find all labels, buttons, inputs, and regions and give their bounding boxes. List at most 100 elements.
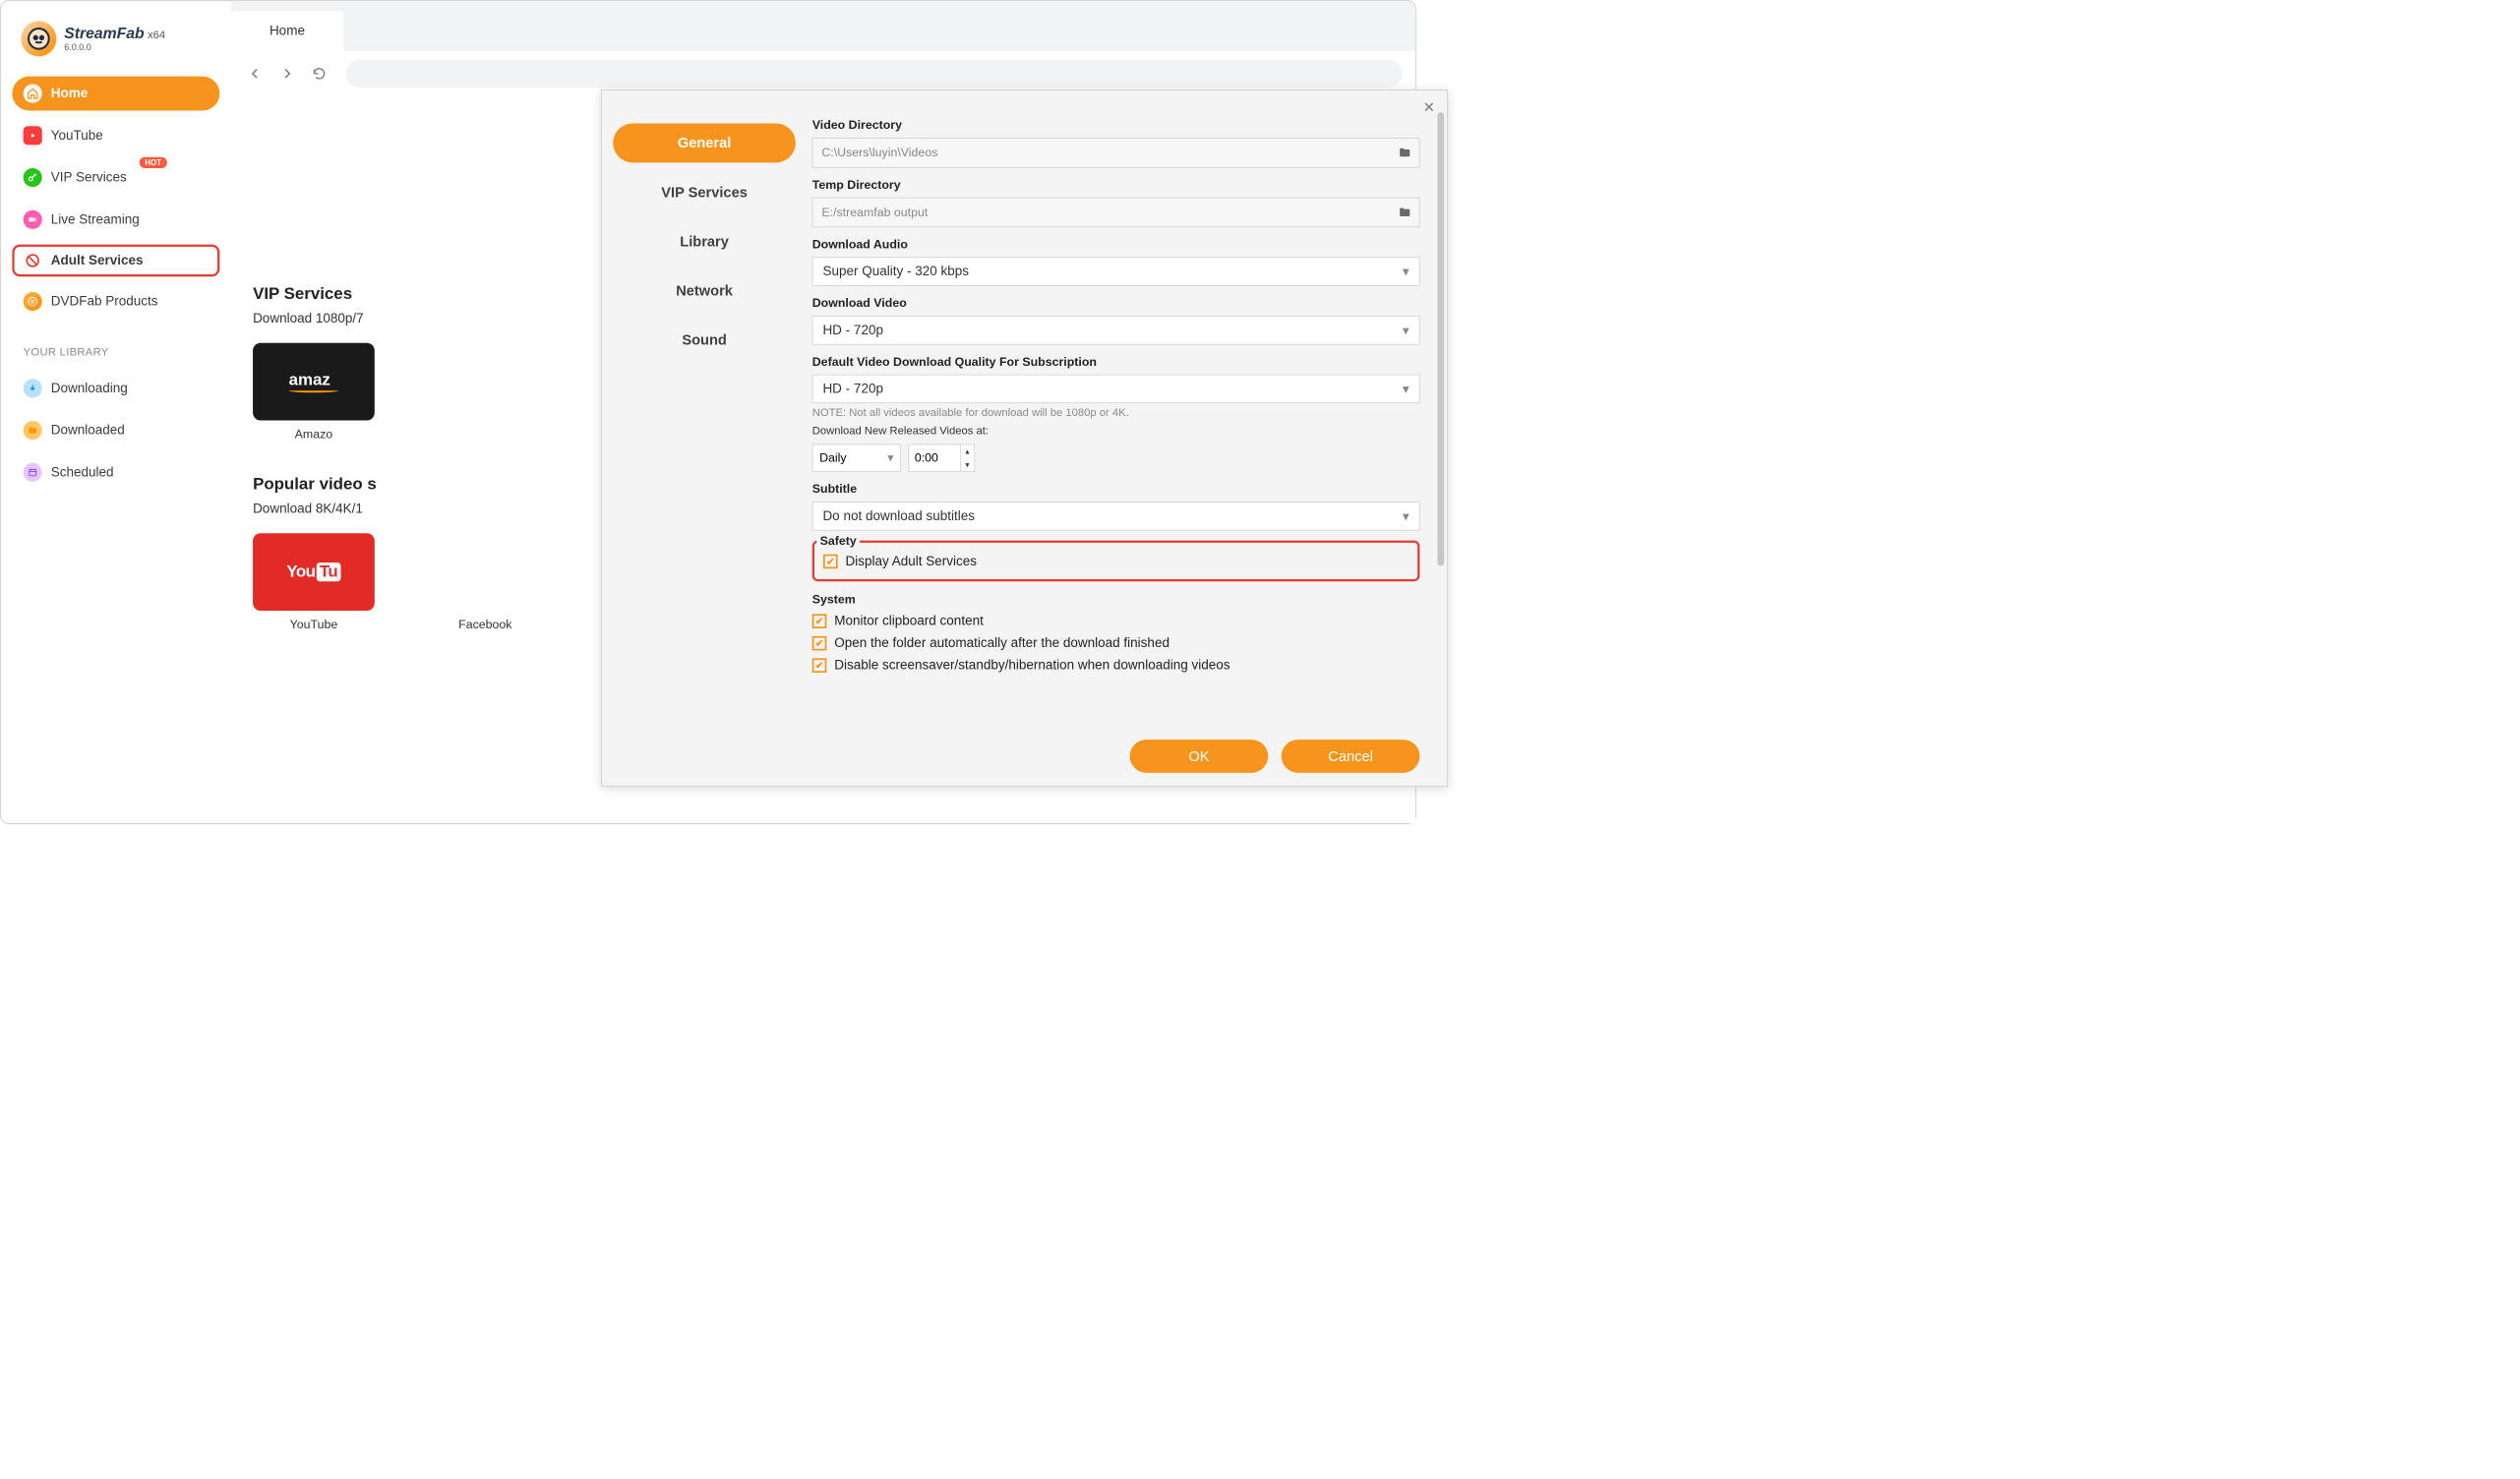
checkbox-checked-icon: ✔ — [812, 614, 827, 628]
brand-name: StreamFab — [64, 25, 144, 41]
settings-nav: General VIP Services Library Network Sou… — [602, 90, 807, 787]
hot-badge: HOT — [140, 157, 167, 168]
checkbox-checked-icon: ✔ — [812, 636, 827, 651]
sidebar-item-scheduled[interactable]: Scheduled — [12, 455, 219, 490]
new-release-freq-select[interactable]: Daily▾ — [812, 444, 901, 472]
settings-nav-library[interactable]: Library — [613, 222, 796, 262]
disable-screensaver-checkbox[interactable]: ✔Disable screensaver/standby/hibernation… — [812, 658, 1420, 674]
settings-nav-sound[interactable]: Sound — [613, 321, 796, 360]
subtitle-select[interactable]: Do not download subtitles▾ — [812, 502, 1420, 530]
downloading-icon — [24, 379, 42, 397]
chevron-down-icon: ▾ — [1403, 323, 1410, 338]
sidebar-item-dvdfab[interactable]: DVDFab Products — [12, 284, 219, 319]
sidebar-item-label: Scheduled — [51, 465, 114, 481]
quality-note: NOTE: Not all videos available for downl… — [812, 406, 1420, 419]
tab-home[interactable]: Home — [231, 11, 344, 51]
download-audio-label: Download Audio — [812, 237, 1420, 252]
sidebar-item-adult-services[interactable]: Adult Services — [12, 245, 219, 277]
cancel-button[interactable]: Cancel — [1282, 740, 1420, 773]
youtube-logo-icon: YouTu — [253, 533, 375, 611]
video-dir-input[interactable]: C:\Users\luyin\Videos — [812, 138, 1420, 167]
display-adult-checkbox[interactable]: ✔ Display Adult Services — [823, 554, 1409, 569]
temp-dir-input[interactable]: E:/streamfab output — [812, 198, 1420, 227]
brand: StreamFab x64 6.0.0.0 — [1, 15, 230, 73]
youtube-icon — [24, 126, 42, 145]
spinner-up-icon[interactable]: ▲ — [961, 444, 975, 458]
ok-button[interactable]: OK — [1130, 740, 1269, 773]
settings-nav-general[interactable]: General — [613, 123, 796, 162]
card-label: YouTube — [253, 618, 375, 632]
open-folder-checkbox[interactable]: ✔Open the folder automatically after the… — [812, 635, 1420, 651]
sidebar-item-home[interactable]: Home — [12, 77, 219, 111]
card-label: Amazo — [253, 427, 375, 442]
site-card-youtube[interactable]: YouTu YouTube — [253, 533, 375, 631]
camera-icon — [24, 210, 42, 229]
sidebar-item-label: Adult Services — [51, 253, 144, 268]
sidebar-item-live-streaming[interactable]: Live Streaming — [12, 203, 219, 237]
sidebar-item-label: YouTube — [51, 128, 103, 144]
key-icon — [24, 168, 42, 187]
download-video-select[interactable]: HD - 720p▾ — [812, 316, 1420, 344]
service-card-amazon[interactable]: amaz Amazo — [253, 343, 375, 442]
safety-group-label: Safety — [816, 534, 860, 549]
sidebar: StreamFab x64 6.0.0.0 Home YouTube VIP Se… — [1, 1, 230, 823]
chevron-down-icon: ▾ — [1403, 508, 1410, 524]
settings-body: Video Directory C:\Users\luyin\Videos Te… — [807, 90, 1447, 787]
sidebar-item-label: Home — [51, 86, 89, 101]
download-audio-select[interactable]: Super Quality - 320 kbps▾ — [812, 258, 1420, 286]
back-button[interactable] — [244, 63, 267, 86]
new-release-label: Download New Released Videos at: — [812, 425, 1420, 438]
checkbox-checked-icon: ✔ — [812, 658, 827, 673]
url-input[interactable] — [346, 60, 1403, 88]
adult-block-icon — [24, 251, 42, 269]
monitor-clipboard-checkbox[interactable]: ✔Monitor clipboard content — [812, 614, 1420, 629]
sidebar-item-youtube[interactable]: YouTube — [12, 118, 219, 152]
chevron-down-icon: ▾ — [1403, 381, 1410, 396]
sidebar-item-label: Live Streaming — [51, 211, 140, 227]
nav: Home YouTube VIP Services HOT Live Strea… — [1, 72, 230, 330]
system-group-label: System — [812, 592, 1420, 607]
site-card-facebook[interactable]: Facebook — [391, 533, 579, 631]
brand-arch: x64 — [148, 29, 165, 40]
sidebar-item-vip-services[interactable]: VIP Services HOT — [12, 160, 219, 195]
downloaded-icon — [24, 421, 42, 440]
folder-icon[interactable] — [1398, 206, 1411, 222]
sidebar-item-label: Downloading — [51, 381, 128, 396]
brand-version: 6.0.0.0 — [64, 43, 165, 53]
library-nav: Downloading Downloaded Scheduled — [1, 367, 230, 502]
folder-icon[interactable] — [1398, 147, 1411, 163]
reload-button[interactable] — [308, 63, 330, 86]
card-label: Facebook — [391, 618, 579, 632]
forward-button[interactable] — [276, 63, 299, 86]
sidebar-item-label: DVDFab Products — [51, 294, 158, 310]
spinner-down-icon[interactable]: ▼ — [961, 458, 975, 472]
default-quality-select[interactable]: HD - 720p▾ — [812, 375, 1420, 403]
library-section-label: YOUR LIBRARY — [1, 330, 230, 367]
chevron-down-icon: ▾ — [887, 450, 893, 465]
settings-nav-vip[interactable]: VIP Services — [613, 173, 796, 212]
temp-dir-label: Temp Directory — [812, 178, 1420, 193]
tabbar: Home — [231, 1, 1415, 51]
chevron-down-icon: ▾ — [1403, 264, 1410, 279]
safety-group: Safety ✔ Display Adult Services — [812, 541, 1420, 582]
sidebar-item-downloading[interactable]: Downloading — [12, 371, 219, 405]
subtitle-label: Subtitle — [812, 482, 1420, 497]
checkbox-checked-icon: ✔ — [823, 555, 838, 569]
home-icon — [24, 85, 42, 103]
main: Home Paste URL VIP Services Edit View Al… — [231, 1, 1415, 823]
sidebar-item-downloaded[interactable]: Downloaded — [12, 413, 219, 447]
new-release-time-input[interactable]: 0:00 ▲▼ — [909, 444, 976, 472]
video-dir-label: Video Directory — [812, 118, 1420, 133]
app-logo-icon — [21, 21, 56, 56]
time-spinner[interactable]: ▲▼ — [960, 444, 975, 471]
sidebar-item-label: Downloaded — [51, 423, 125, 439]
settings-dialog: ✕ General VIP Services Library Network S… — [601, 89, 1448, 787]
download-video-label: Download Video — [812, 296, 1420, 311]
amazon-logo-icon: amaz — [253, 343, 375, 421]
scheduled-icon — [24, 463, 42, 482]
dvdfab-icon — [24, 292, 42, 311]
sidebar-item-label: VIP Services — [51, 170, 127, 186]
default-quality-label: Default Video Download Quality For Subsc… — [812, 355, 1420, 370]
settings-nav-network[interactable]: Network — [613, 271, 796, 311]
dialog-footer: OK Cancel — [1130, 740, 1420, 773]
